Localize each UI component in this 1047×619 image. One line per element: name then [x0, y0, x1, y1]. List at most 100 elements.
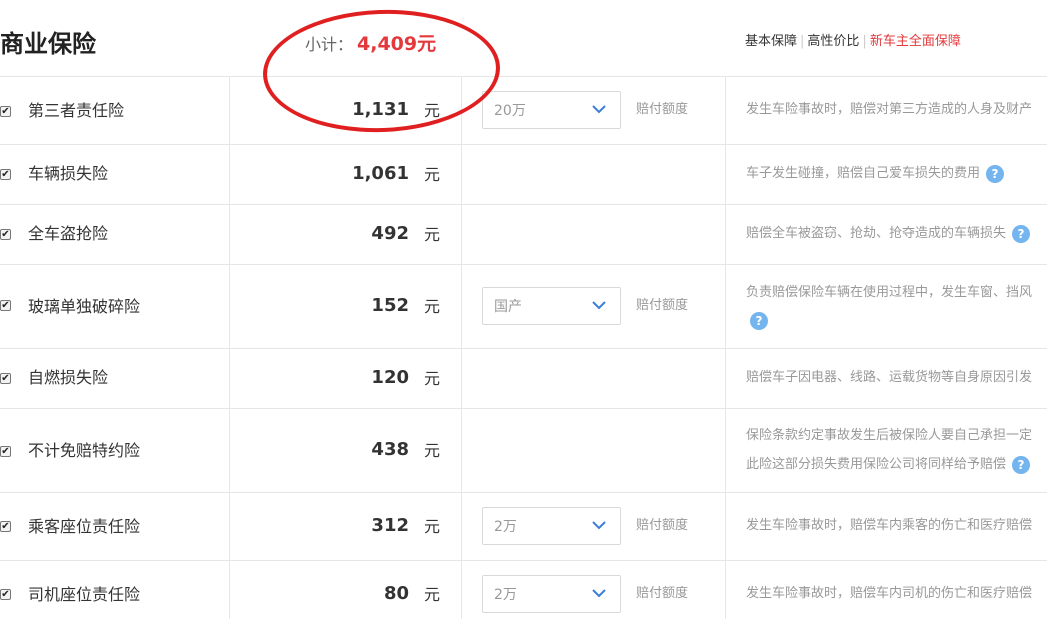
premium-unit: 元: [424, 225, 441, 244]
description-text: 发生车险事故时，赔偿车内乘客的伤亡和医疗赔偿: [746, 518, 1033, 533]
insurance-row-third-party: ✔ 第三者责任险 1,131 元 20万 赔付额度 发生车险事故时，赔偿对第三方…: [0, 77, 1047, 145]
option-cell: 2万 赔付额度: [462, 493, 726, 560]
premium-value: 152: [371, 295, 409, 316]
premium-value: 1,061: [352, 163, 409, 184]
option-cell: [462, 349, 726, 408]
row-checkbox[interactable]: ✔: [0, 300, 11, 311]
premium-value: 1,131: [352, 99, 409, 120]
coverage-select[interactable]: 20万: [482, 91, 621, 129]
glass-type-select-value: 国产: [494, 299, 522, 315]
coverage-select[interactable]: 2万: [482, 507, 621, 545]
coverage-select-value: 2万: [494, 587, 517, 603]
glass-type-select[interactable]: 国产: [482, 287, 621, 325]
premium-value: 312: [371, 515, 409, 536]
description-cell: 发生车险事故时，赔偿车内司机的伤亡和医疗赔偿: [726, 561, 1047, 619]
description-text: 发生车险事故时，赔偿对第三方造成的人身及财产: [746, 102, 1033, 117]
subtotal: 小计： 4,409元: [305, 33, 436, 56]
insurance-name: 车辆损失险: [28, 164, 109, 183]
premium-value: 438: [371, 439, 409, 460]
tab-basic[interactable]: 基本保障: [745, 34, 797, 49]
tab-separator: |: [800, 34, 805, 49]
name-cell: ✔ 司机座位责任险: [0, 561, 230, 619]
chevron-down-icon: [592, 521, 606, 530]
insurance-row-vehicle-damage: ✔ 车辆损失险 1,061 元 车子发生碰撞，赔偿自己爱车损失的费用?: [0, 145, 1047, 205]
description-cell: 赔偿车子因电器、线路、运载货物等自身原因引发: [726, 349, 1047, 408]
name-cell: ✔ 第三者责任险: [0, 77, 230, 144]
name-cell: ✔ 车辆损失险: [0, 145, 230, 204]
option-cell: [462, 145, 726, 204]
price-cell: 120 元: [230, 349, 462, 408]
description-text: 车子发生碰撞，赔偿自己爱车损失的费用: [746, 166, 981, 181]
tab-new-owner[interactable]: 新车主全面保障: [870, 34, 961, 49]
name-cell: ✔ 不计免赔特约险: [0, 409, 230, 492]
description-text: 发生车险事故时，赔偿车内司机的伤亡和医疗赔偿: [746, 586, 1033, 601]
price-cell: 438 元: [230, 409, 462, 492]
price-cell: 1,131 元: [230, 77, 462, 144]
help-icon[interactable]: ?: [986, 164, 1005, 183]
description-text: 赔偿车子因电器、线路、运载货物等自身原因引发: [746, 370, 1033, 385]
price-cell: 312 元: [230, 493, 462, 560]
premium-value: 80: [383, 583, 409, 604]
name-cell: ✔ 乘客座位责任险: [0, 493, 230, 560]
coverage-label: 赔付额度: [636, 518, 689, 533]
insurance-name: 乘客座位责任险: [28, 517, 141, 536]
option-cell: [462, 205, 726, 264]
subtotal-amount: 4,409元: [357, 33, 437, 55]
help-icon[interactable]: ?: [750, 311, 768, 330]
row-checkbox[interactable]: ✔: [0, 229, 11, 240]
price-cell: 80 元: [230, 561, 462, 619]
coverage-select-value: 20万: [494, 103, 526, 119]
description-cell: 发生车险事故时，赔偿对第三方造成的人身及财产: [726, 77, 1047, 144]
tab-separator: |: [862, 34, 867, 49]
row-checkbox[interactable]: ✔: [0, 169, 11, 180]
price-cell: 152 元: [230, 265, 462, 348]
chevron-down-icon: [592, 589, 606, 598]
insurance-row-glass: ✔ 玻璃单独破碎险 152 元 国产 赔付额度 负责赔偿保险车辆在使用过程中，发…: [0, 265, 1047, 349]
insurance-name: 玻璃单独破碎险: [28, 297, 141, 316]
row-checkbox[interactable]: ✔: [0, 106, 11, 117]
insurance-row-driver-seat: ✔ 司机座位责任险 80 元 2万 赔付额度 发生车险事故时，赔偿车内司机的伤亡…: [0, 561, 1047, 619]
chevron-down-icon: [592, 301, 606, 310]
description-cell: 发生车险事故时，赔偿车内乘客的伤亡和医疗赔偿: [726, 493, 1047, 560]
insurance-row-spontaneous-combustion: ✔ 自燃损失险 120 元 赔偿车子因电器、线路、运载货物等自身原因引发: [0, 349, 1047, 409]
row-checkbox[interactable]: ✔: [0, 521, 11, 532]
premium-unit: 元: [424, 165, 441, 184]
premium-unit: 元: [424, 585, 441, 604]
subtotal-label: 小计：: [305, 35, 354, 54]
premium-value: 120: [371, 367, 409, 388]
help-icon[interactable]: ?: [1012, 224, 1031, 243]
coverage-label: 赔付额度: [636, 102, 689, 117]
option-cell: 20万 赔付额度: [462, 77, 726, 144]
premium-unit: 元: [424, 517, 441, 536]
insurance-name: 全车盗抢险: [28, 224, 109, 243]
help-icon[interactable]: ?: [1012, 455, 1031, 474]
option-cell: [462, 409, 726, 492]
tab-value[interactable]: 高性价比: [807, 34, 859, 49]
description-text: 负责赔偿保险车辆在使用过程中，发生车窗、挡风: [746, 285, 1033, 300]
name-cell: ✔ 全车盗抢险: [0, 205, 230, 264]
insurance-row-non-deductible: ✔ 不计免赔特约险 438 元 保险条款约定事故发生后被保险人要自己承担一定 此…: [0, 409, 1047, 493]
insurance-row-theft: ✔ 全车盗抢险 492 元 赔偿全车被盗窃、抢劫、抢夺造成的车辆损失?: [0, 205, 1047, 265]
premium-unit: 元: [424, 369, 441, 388]
option-cell: 2万 赔付额度: [462, 561, 726, 619]
coverage-label: 赔付额度: [636, 586, 689, 601]
insurance-name: 司机座位责任险: [28, 585, 141, 604]
header: 商业保险 小计： 4,409元 基本保障 | 高性价比 | 新车主全面保障: [0, 0, 1047, 77]
price-cell: 492 元: [230, 205, 462, 264]
description-text-line2: 此险这部分损失费用保险公司将同样给予赔偿: [746, 457, 1007, 472]
premium-unit: 元: [424, 101, 441, 120]
coverage-label: 赔付额度: [636, 298, 689, 313]
description-cell: 保险条款约定事故发生后被保险人要自己承担一定 此险这部分损失费用保险公司将同样给…: [726, 409, 1047, 492]
description-text: 保险条款约定事故发生后被保险人要自己承担一定: [746, 428, 1033, 443]
description-text: 赔偿全车被盗窃、抢劫、抢夺造成的车辆损失: [746, 226, 1007, 241]
row-checkbox[interactable]: ✔: [0, 373, 11, 384]
row-checkbox[interactable]: ✔: [0, 589, 11, 600]
description-cell: 负责赔偿保险车辆在使用过程中，发生车窗、挡风 ?: [726, 265, 1047, 348]
coverage-select-value: 2万: [494, 519, 517, 535]
plan-tabs: 基本保障 | 高性价比 | 新车主全面保障: [745, 33, 961, 51]
coverage-select[interactable]: 2万: [482, 575, 621, 613]
row-checkbox[interactable]: ✔: [0, 446, 11, 457]
option-cell: 国产 赔付额度: [462, 265, 726, 348]
name-cell: ✔ 自燃损失险: [0, 349, 230, 408]
insurance-name: 自燃损失险: [28, 368, 109, 387]
